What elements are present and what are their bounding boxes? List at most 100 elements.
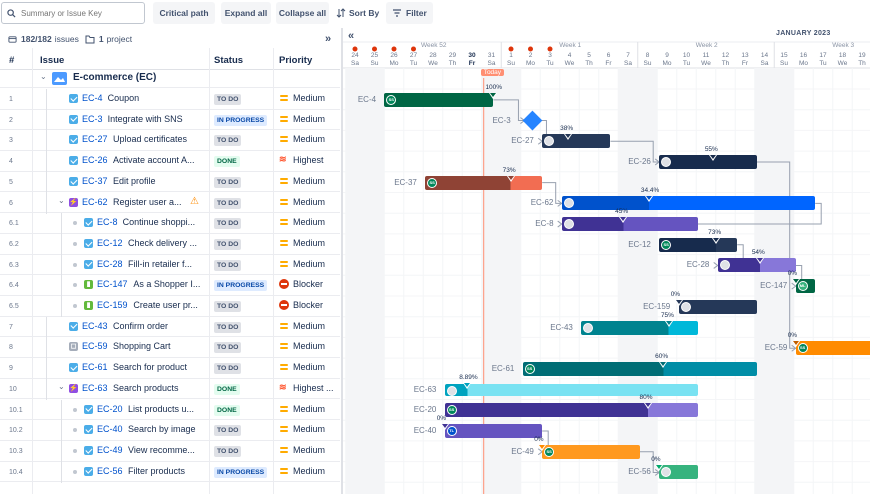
gantt-bar[interactable] (444, 383, 699, 396)
status-badge[interactable]: TO DO (214, 342, 242, 354)
progress-marker[interactable] (791, 341, 800, 348)
issue-summary[interactable]: Create user pr... (133, 300, 198, 310)
status-badge[interactable]: TO DO (214, 363, 242, 375)
progress-marker[interactable] (644, 196, 653, 203)
table-row[interactable]: 10 ⌄ ⚡ EC-63 Search products DONE ≋ Highest ... (0, 378, 340, 400)
issue-key[interactable]: EC-3 (82, 114, 103, 124)
issue-summary[interactable]: Activate account A... (113, 155, 195, 165)
progress-marker[interactable] (664, 320, 673, 327)
critical-path-button[interactable]: Critical path (153, 2, 215, 24)
table-row[interactable]: 6.5 ▮ EC-159 Create user pr... TO DO Blocker (0, 296, 340, 317)
gantt-bar[interactable] (561, 196, 816, 211)
gantt-bar[interactable]: SS (425, 175, 543, 190)
progress-marker[interactable] (619, 217, 628, 224)
status-badge[interactable]: TO DO (214, 301, 242, 312)
issue-summary[interactable]: Fill-in retailer f... (128, 259, 192, 269)
issue-summary[interactable]: Search for product (113, 362, 187, 372)
table-row[interactable]: 9 EC-61 Search for product TO DO Medium (0, 358, 340, 380)
issue-summary[interactable]: Shopping Cart (113, 341, 171, 351)
issue-key[interactable]: EC-147 (97, 279, 128, 289)
table-row[interactable]: 6.1 EC-8 Continue shoppi... TO DO Medium (0, 213, 340, 235)
priority-cell[interactable]: Medium (279, 93, 325, 103)
search-box[interactable] (1, 2, 145, 24)
status-badge[interactable]: IN PROGRESS (214, 466, 268, 478)
status-badge[interactable]: TO DO (214, 445, 242, 457)
table-row[interactable]: 6.3 EC-28 Fill-in retailer f... TO DO Medium (0, 254, 340, 276)
progress-marker[interactable] (659, 361, 668, 368)
table-row[interactable]: 10.3 EC-49 View recomme... TO DO Medium (0, 440, 340, 462)
gantt-bar[interactable] (581, 320, 699, 335)
priority-cell[interactable]: Medium (279, 341, 325, 351)
status-badge[interactable]: DONE (214, 404, 240, 416)
issue-key[interactable]: EC-59 (82, 341, 108, 351)
issue-summary[interactable]: Continue shoppi... (123, 217, 196, 227)
status-badge[interactable]: TO DO (214, 425, 242, 437)
gantt-bar[interactable] (542, 134, 611, 149)
progress-marker[interactable] (489, 92, 498, 99)
issue-key[interactable]: EC-49 (97, 445, 123, 455)
priority-cell[interactable]: Medium (279, 466, 325, 476)
progress-marker[interactable] (655, 465, 664, 472)
issue-key[interactable]: EC-4 (82, 93, 103, 103)
table-row[interactable]: 1 EC-4 Coupon TO DO Medium (0, 89, 340, 110)
gantt-bar[interactable] (678, 299, 757, 314)
status-badge[interactable]: DONE (214, 156, 240, 168)
progress-marker[interactable] (643, 403, 652, 410)
status-badge[interactable]: DONE (214, 383, 240, 395)
progress-marker[interactable] (564, 134, 573, 141)
issue-summary[interactable]: View recomme... (128, 445, 195, 455)
progress-marker[interactable] (674, 299, 683, 306)
status-badge[interactable]: TO DO (214, 94, 242, 105)
issue-summary[interactable]: Edit profile (113, 176, 156, 186)
priority-cell[interactable]: Blocker (279, 279, 323, 290)
progress-marker[interactable] (708, 154, 717, 161)
issue-summary[interactable]: Check delivery ... (128, 238, 197, 248)
priority-cell[interactable]: Medium (279, 114, 325, 124)
chevron-down-icon[interactable]: ⌄ (40, 72, 47, 81)
table-row[interactable]: 8 ◻ EC-59 Shopping Cart TO DO Medium (0, 337, 340, 359)
issue-summary[interactable]: Filter products (128, 466, 185, 476)
priority-cell[interactable]: Medium (279, 362, 325, 372)
priority-cell[interactable]: ≋ Highest ... (279, 382, 334, 393)
timeline-back-icon[interactable]: « (348, 30, 354, 42)
table-row[interactable]: 10.4 EC-56 Filter products IN PROGRESS Mediu… (0, 461, 340, 483)
issue-key[interactable]: EC-26 (82, 155, 108, 165)
gantt-bar[interactable]: SS (522, 361, 757, 376)
priority-cell[interactable]: Medium (279, 238, 325, 248)
issue-key[interactable]: EC-28 (97, 259, 123, 269)
issue-summary[interactable]: Coupon (108, 93, 140, 103)
issue-summary[interactable]: Confirm order (113, 321, 168, 331)
table-row[interactable]: 6 ⌄ ⚡ EC-62 Register user a... ⚠ TO DO Medium (0, 192, 340, 214)
issue-key[interactable]: EC-61 (82, 362, 108, 372)
issue-summary[interactable]: Search products (113, 383, 179, 393)
collapse-panel-icon[interactable]: » (325, 33, 331, 45)
table-row[interactable]: 7 EC-43 Confirm order TO DO Medium (0, 316, 340, 338)
priority-cell[interactable]: Medium (279, 445, 325, 455)
search-input[interactable] (21, 8, 131, 18)
priority-cell[interactable]: Medium (279, 259, 325, 269)
gantt-bar[interactable]: SS (659, 237, 738, 252)
gantt-bar[interactable] (659, 465, 699, 480)
gantt-bar[interactable] (561, 217, 699, 232)
status-badge[interactable]: TO DO (214, 135, 242, 147)
chevron-down-icon[interactable]: ⌄ (58, 382, 65, 391)
priority-cell[interactable]: Medium (279, 217, 325, 227)
priority-cell[interactable]: Medium (279, 176, 325, 186)
progress-marker[interactable] (440, 424, 449, 431)
issue-key[interactable]: EC-12 (97, 238, 123, 248)
priority-cell[interactable]: Blocker (279, 300, 323, 310)
gantt-bar[interactable]: SS (795, 341, 870, 356)
gantt-bar[interactable]: SS (384, 92, 494, 107)
progress-marker[interactable] (538, 444, 547, 451)
gantt-bar[interactable]: SS (542, 444, 640, 459)
issue-key[interactable]: EC-40 (97, 424, 123, 434)
issue-key[interactable]: EC-62 (82, 197, 108, 207)
table-row[interactable]: 2 EC-3 Integrate with SNS IN PROGRESS Medium (0, 109, 340, 131)
issue-summary[interactable]: List products u... (128, 404, 194, 414)
table-row[interactable]: 10.2 EC-40 Search by image TO DO Medium (0, 420, 340, 442)
table-row[interactable]: 4 EC-26 Activate account A... DONE ≋ Highest (0, 151, 340, 173)
progress-marker[interactable] (463, 382, 472, 389)
priority-cell[interactable]: ≋ Highest (279, 155, 324, 166)
collapse-all-button[interactable]: Collapse all (276, 2, 329, 24)
priority-cell[interactable]: Medium (279, 424, 325, 434)
